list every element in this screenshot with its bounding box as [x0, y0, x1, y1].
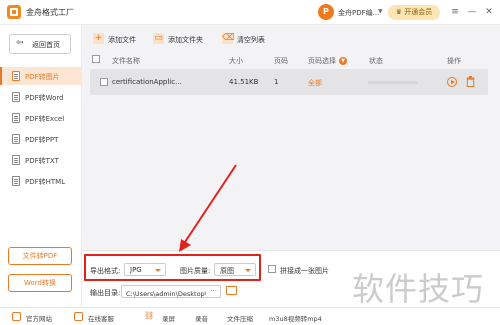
chat-icon: [74, 312, 83, 321]
support-link[interactable]: 在线客服: [88, 313, 114, 323]
record-audio-link[interactable]: 录音: [195, 313, 208, 323]
record-screen-link[interactable]: 录屏: [162, 313, 175, 323]
website-link[interactable]: 官方网站: [26, 313, 52, 323]
compress-link[interactable]: 文件压缩: [227, 313, 253, 323]
m3u8-link[interactable]: m3u8视频转mp4: [269, 313, 322, 323]
bottom-bar: 官方网站 在线客服 ⛓ 录屏 录音 文件压缩 m3u8视频转mp4: [0, 307, 500, 325]
home-icon: [12, 312, 21, 321]
link-icon: ⛓: [144, 311, 155, 320]
watermark: 软件技巧: [352, 270, 485, 308]
